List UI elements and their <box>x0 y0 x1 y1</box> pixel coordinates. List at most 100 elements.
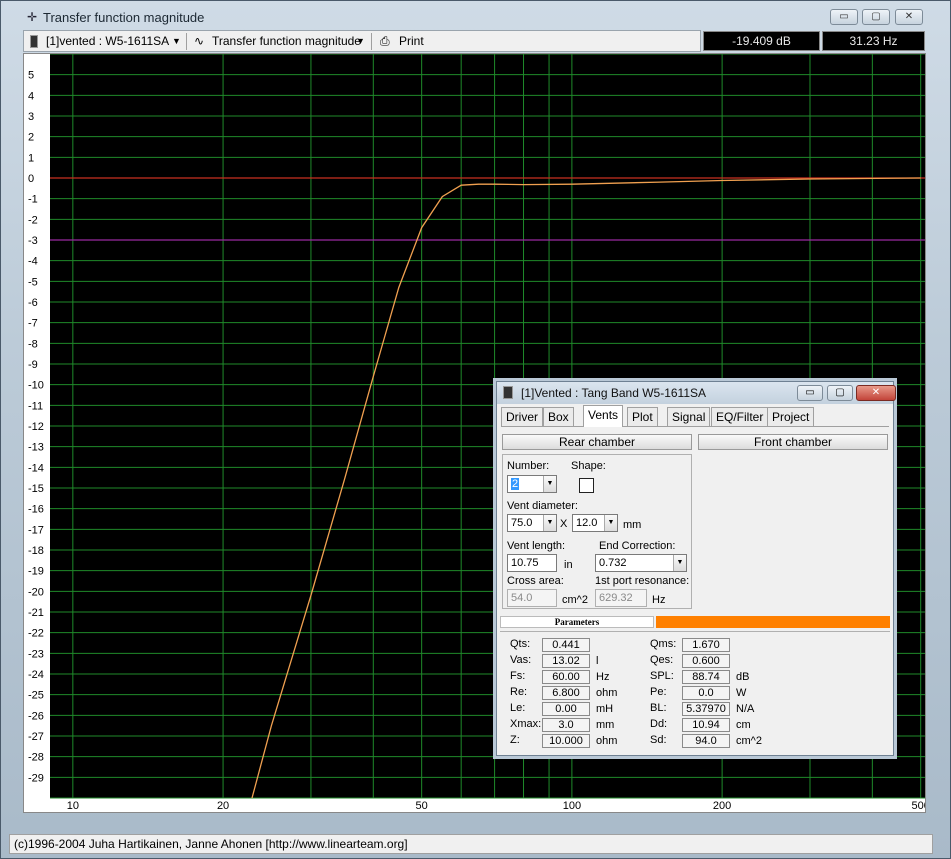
chevron-down-icon[interactable]: ▼ <box>356 36 365 46</box>
y-tick-label: -19 <box>28 566 44 578</box>
x-tick-label: 500 <box>912 800 925 812</box>
y-tick-label: -4 <box>28 256 38 268</box>
title-bar[interactable]: ✛ Transfer function magnitude ▭ ▢ ✕ <box>1 1 951 31</box>
vent-second-value: 12.0 <box>576 517 598 529</box>
tab-eq-filter[interactable]: EQ/Filter <box>711 407 769 427</box>
param-unit: cm <box>736 719 751 731</box>
param-unit: dB <box>736 671 750 683</box>
front-chamber-button[interactable]: Front chamber <box>698 434 888 450</box>
param-name: Fs: <box>510 670 526 682</box>
vent-second-select[interactable]: 12.0 ▼ <box>572 514 618 532</box>
close-button[interactable]: ✕ <box>895 9 923 25</box>
tab-plot[interactable]: Plot <box>627 407 658 427</box>
param-unit: cm^2 <box>736 735 762 747</box>
chevron-down-icon[interactable]: ▼ <box>543 515 556 531</box>
dialog-maximize-button[interactable]: ▢ <box>827 385 853 401</box>
param-value: 3.0 <box>542 718 590 732</box>
vent-length-unit: in <box>564 559 573 571</box>
y-tick-label: -14 <box>28 462 44 474</box>
toolbar-separator <box>186 33 187 50</box>
y-tick-label: -6 <box>28 297 38 309</box>
dialog-title-bar[interactable]: [1]Vented : Tang Band W5-1611SA ▭ ▢ ✕ <box>497 382 896 404</box>
y-tick-label: 0 <box>28 173 34 185</box>
number-value: 2 <box>511 478 520 490</box>
number-select[interactable]: 2 ▼ <box>507 475 557 493</box>
tab-vents[interactable]: Vents <box>583 405 624 427</box>
main-window: ✛ Transfer function magnitude ▭ ▢ ✕ [1]v… <box>0 0 951 859</box>
param-name: Pe: <box>650 686 667 698</box>
x-tick-label: 100 <box>563 800 581 812</box>
param-value: 5.37970 <box>682 702 730 716</box>
chevron-down-icon[interactable]: ▼ <box>172 36 181 46</box>
y-tick-label: -1 <box>28 194 38 206</box>
port-resonance-unit: Hz <box>652 594 666 606</box>
param-value: 88.74 <box>682 670 730 684</box>
shape-selector[interactable] <box>579 478 594 493</box>
db-readout: -19.409 dB <box>703 31 820 51</box>
tab-divider <box>501 426 889 427</box>
chevron-down-icon[interactable]: ▼ <box>543 476 556 492</box>
param-unit: N/A <box>736 703 755 715</box>
param-value: 94.0 <box>682 734 730 748</box>
tab-driver[interactable]: Driver <box>501 407 543 427</box>
param-unit: mm <box>596 719 615 731</box>
param-unit: Hz <box>596 671 610 683</box>
project-icon <box>30 35 38 48</box>
y-tick-label: -3 <box>28 235 38 247</box>
tab-signal[interactable]: Signal <box>667 407 711 427</box>
cross-area-unit: cm^2 <box>562 594 588 606</box>
project-selector[interactable]: [1]vented : W5-1611SA <box>46 34 169 48</box>
y-tick-label: -27 <box>28 731 44 743</box>
y-tick-label: -5 <box>28 276 38 288</box>
param-value: 6.800 <box>542 686 590 700</box>
param-value: 0.0 <box>682 686 730 700</box>
maximize-button[interactable]: ▢ <box>862 9 890 25</box>
minimize-button[interactable]: ▭ <box>830 9 858 25</box>
x-tick-label: 200 <box>713 800 731 812</box>
param-unit: l <box>596 655 599 667</box>
dialog-close-button[interactable]: ✕ <box>856 385 896 401</box>
vent-diameter-value: 75.0 <box>511 517 533 529</box>
tab-project[interactable]: Project <box>767 407 815 427</box>
y-tick-label: -13 <box>28 442 44 454</box>
end-correction-label: End Correction: <box>599 540 676 552</box>
port-resonance-field: 629.32 <box>595 589 647 607</box>
dialog-minimize-button[interactable]: ▭ <box>797 385 823 401</box>
y-tick-label: -29 <box>28 772 44 784</box>
vent-diameter-select[interactable]: 75.0 ▼ <box>507 514 557 532</box>
dialog-title: [1]Vented : Tang Band W5-1611SA <box>521 386 707 400</box>
param-name: Dd: <box>650 718 668 730</box>
chevron-down-icon[interactable]: ▼ <box>604 515 617 531</box>
y-tick-label: -23 <box>28 648 44 660</box>
toolbar: [1]vented : W5-1611SA ▼ ∿ Transfer funct… <box>23 30 701 52</box>
x-tick-label: 10 <box>67 800 79 812</box>
param-name: Vas: <box>510 654 532 666</box>
param-unit: ohm <box>596 687 618 699</box>
param-name: Qes: <box>650 654 674 666</box>
window-title: Transfer function magnitude <box>43 10 205 25</box>
param-name: Sd: <box>650 734 667 746</box>
y-tick-label: -17 <box>28 524 44 536</box>
y-tick-label: -10 <box>28 380 44 392</box>
param-value: 10.94 <box>682 718 730 732</box>
crosshair-icon: ✛ <box>26 10 38 24</box>
y-tick-label: -8 <box>28 338 38 350</box>
vent-diameter-label: Vent diameter: <box>507 500 578 512</box>
param-unit: ohm <box>596 735 618 747</box>
y-tick-label: -15 <box>28 483 44 495</box>
waveform-icon: ∿ <box>194 34 205 48</box>
y-tick-label: -2 <box>28 214 38 226</box>
chevron-down-icon[interactable]: ▼ <box>673 555 686 571</box>
status-bar: (c)1996-2004 Juha Hartikainen, Janne Aho… <box>9 834 933 854</box>
parameters-label: Parameters <box>500 616 654 628</box>
y-tick-label: -26 <box>28 710 44 722</box>
end-correction-select[interactable]: 0.732 ▼ <box>595 554 687 572</box>
vent-x-label: X <box>560 518 568 530</box>
vent-length-input[interactable]: 10.75 <box>507 554 557 572</box>
param-value: 10.000 <box>542 734 590 748</box>
print-button[interactable]: Print <box>399 34 424 48</box>
rear-chamber-button[interactable]: Rear chamber <box>502 434 692 450</box>
tab-box[interactable]: Box <box>543 407 574 427</box>
enclosure-dialog: [1]Vented : Tang Band W5-1611SA ▭ ▢ ✕ Dr… <box>496 381 896 756</box>
view-selector[interactable]: Transfer function magnitude <box>212 34 361 48</box>
